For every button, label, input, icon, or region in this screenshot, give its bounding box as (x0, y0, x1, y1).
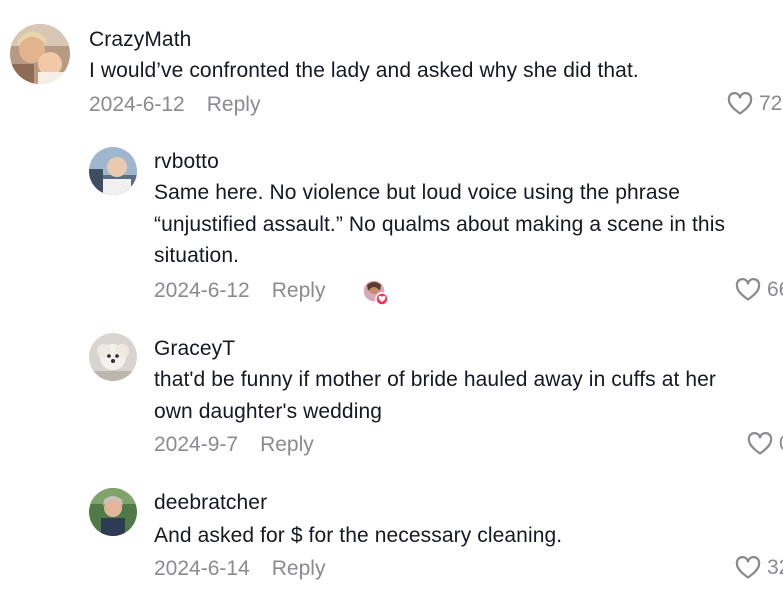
comment-username[interactable]: rvbotto (154, 150, 219, 174)
avatar[interactable] (89, 333, 137, 381)
comment-date: 2024-9-7 (154, 433, 239, 456)
like-count: 66 (767, 278, 783, 301)
comment-date: 2024-6-14 (154, 557, 250, 580)
heart-icon (735, 278, 761, 301)
like-button[interactable]: 72 (727, 92, 782, 116)
like-button[interactable]: 66 (735, 278, 783, 302)
comment-text-line: situation. (154, 244, 240, 267)
comment-date: 2024-6-12 (154, 279, 250, 302)
like-count: 0 (779, 432, 783, 456)
comment-username[interactable]: CrazyMath (89, 28, 191, 52)
comment-meta: 2024-9-7 Reply (154, 433, 314, 457)
comment-text: that'd be funny if mother of bride haule… (154, 364, 774, 427)
heart-icon (727, 92, 753, 115)
avatar[interactable] (89, 147, 137, 195)
comment-username[interactable]: deebratcher (154, 491, 267, 515)
comment-text-line: “unjustified assault.” No qualms about m… (154, 212, 726, 236)
reply-button[interactable]: Reply (272, 557, 326, 581)
reply-button[interactable]: Reply (272, 279, 326, 303)
comment-text-line: that'd be funny if mother of bride haule… (154, 368, 716, 391)
comment-text: And asked for $ for the necessary cleani… (154, 524, 563, 547)
comment-text: I would’ve confronted the lady and asked… (89, 59, 639, 82)
comment-meta: 2024-6-12 Reply (154, 279, 325, 303)
heart-icon (735, 556, 761, 579)
reply-button[interactable]: Reply (260, 433, 314, 457)
comment-text-line: own daughter's wedding (154, 399, 383, 423)
comment-text-line: Same here. No violence but loud voice us… (154, 181, 681, 204)
heart-icon (747, 432, 773, 455)
comment-text: Same here. No violence but loud voice us… (154, 177, 774, 272)
comment-date: 2024-6-12 (89, 93, 185, 116)
comment-username[interactable]: GraceyT (154, 337, 235, 361)
like-count: 32 (767, 556, 783, 579)
reply-button[interactable]: Reply (207, 93, 261, 117)
like-button[interactable]: 32 (735, 556, 783, 580)
avatar[interactable] (10, 24, 70, 84)
avatar[interactable] (89, 488, 137, 536)
creator-liked-badge (362, 279, 389, 306)
like-count: 72 (759, 92, 783, 115)
comment-meta: 2024-6-14 Reply (154, 557, 325, 581)
comment-meta: 2024-6-12 Reply (89, 93, 260, 117)
like-button[interactable]: 0 (747, 432, 783, 456)
